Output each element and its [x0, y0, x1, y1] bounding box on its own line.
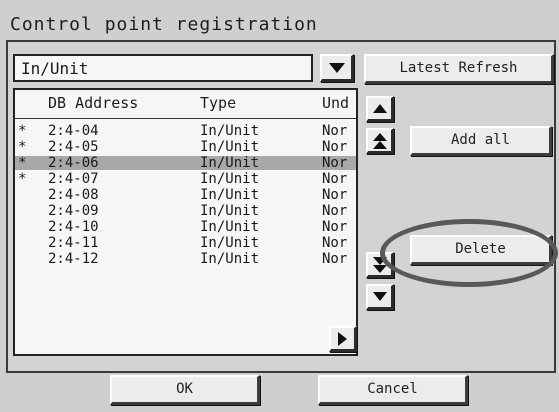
list-row[interactable]: 2:4-09 In/Unit Nor	[15, 204, 356, 218]
page-up-button[interactable]	[366, 128, 394, 154]
row-db-address: 2:4-05	[48, 139, 99, 155]
row-db-address: 2:4-08	[48, 187, 99, 203]
row-type: In/Unit	[200, 251, 260, 267]
combo-dropdown-button[interactable]	[320, 54, 354, 82]
row-db-address: 2:4-10	[48, 219, 99, 235]
list-row[interactable]: 2:4-12 In/Unit Nor	[15, 252, 356, 266]
row-und: Nor	[322, 139, 348, 155]
row-db-address: 2:4-12	[48, 251, 99, 267]
row-mark: *	[18, 139, 27, 155]
scroll-right-button[interactable]	[329, 326, 357, 352]
ok-button[interactable]: OK	[110, 375, 260, 405]
column-header-und: Und	[322, 94, 350, 112]
row-db-address: 2:4-06	[48, 155, 99, 171]
cancel-button[interactable]: Cancel	[318, 375, 468, 405]
list-row[interactable]: * 2:4-04 In/Unit Nor	[15, 124, 356, 138]
row-type: In/Unit	[200, 235, 260, 251]
list-row[interactable]: * 2:4-05 In/Unit Nor	[15, 140, 356, 154]
list-row[interactable]: 2:4-11 In/Unit Nor	[15, 236, 356, 250]
row-type: In/Unit	[200, 123, 260, 139]
row-und: Nor	[322, 171, 348, 187]
scroll-down-button[interactable]	[366, 284, 394, 310]
triangle-down-icon	[328, 62, 345, 73]
row-type: In/Unit	[200, 219, 260, 235]
row-type: In/Unit	[200, 155, 260, 171]
row-mark: *	[18, 155, 27, 171]
latest-refresh-button[interactable]: Latest Refresh	[364, 54, 554, 84]
highlight-ellipse-annotation	[380, 219, 558, 287]
scroll-up-button[interactable]	[366, 96, 394, 122]
column-header-type: Type	[200, 94, 237, 112]
type-combo-input[interactable]: In/Unit	[13, 54, 313, 82]
list-row[interactable]: 2:4-10 In/Unit Nor	[15, 220, 356, 234]
triangle-right-icon	[338, 331, 347, 346]
row-db-address: 2:4-04	[48, 123, 99, 139]
list-row[interactable]: 2:4-08 In/Unit Nor	[15, 188, 356, 202]
row-und: Nor	[322, 203, 348, 219]
row-mark: *	[18, 171, 27, 187]
list-row[interactable]: * 2:4-06 In/Unit Nor	[15, 156, 356, 170]
triangle-up-icon	[372, 104, 387, 113]
row-type: In/Unit	[200, 203, 260, 219]
row-db-address: 2:4-07	[48, 171, 99, 187]
double-triangle-up-icon	[372, 132, 387, 149]
row-und: Nor	[322, 219, 348, 235]
triangle-down-icon	[372, 292, 387, 301]
list-row[interactable]: * 2:4-07 In/Unit Nor	[15, 172, 356, 186]
add-all-button[interactable]: Add all	[410, 126, 552, 156]
row-und: Nor	[322, 251, 348, 267]
row-db-address: 2:4-09	[48, 203, 99, 219]
row-und: Nor	[322, 155, 348, 171]
row-db-address: 2:4-11	[48, 235, 99, 251]
dialog-title: Control point registration	[10, 14, 318, 35]
row-type: In/Unit	[200, 171, 260, 187]
row-und: Nor	[322, 123, 348, 139]
row-mark: *	[18, 123, 27, 139]
header-divider	[15, 118, 356, 119]
row-type: In/Unit	[200, 139, 260, 155]
row-und: Nor	[322, 235, 348, 251]
column-header-db-address: DB Address	[48, 94, 139, 112]
row-und: Nor	[322, 187, 348, 203]
row-type: In/Unit	[200, 187, 260, 203]
